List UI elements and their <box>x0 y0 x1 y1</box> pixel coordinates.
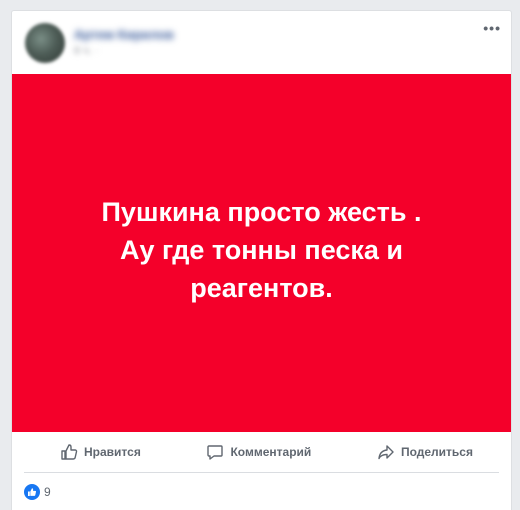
thumbs-up-icon <box>61 444 78 460</box>
author-name[interactable]: Артем Кирилов <box>74 27 174 42</box>
reaction-count: 9 <box>44 485 51 499</box>
like-button[interactable]: Нравится <box>24 436 167 468</box>
reactions-summary[interactable]: 9 <box>24 481 51 503</box>
post-card: Артем Кирилов 6 ч. · ••• Пушкина просто … <box>11 10 512 510</box>
comment-label: Комментарий <box>230 445 312 459</box>
post-timestamp[interactable]: 6 ч. · <box>74 45 99 57</box>
share-icon <box>378 445 394 460</box>
post-text-background[interactable]: Пушкина просто жесть . Ау где тонны песк… <box>12 74 511 432</box>
post-text: Пушкина просто жесть . Ау где тонны песк… <box>101 197 422 303</box>
share-button[interactable]: Поделиться <box>341 436 499 468</box>
like-reaction-icon <box>24 484 40 500</box>
comment-button[interactable]: Комментарий <box>170 436 337 468</box>
like-label: Нравится <box>84 445 141 459</box>
post-header: Артем Кирилов 6 ч. · ••• <box>12 11 511 75</box>
share-label: Поделиться <box>400 445 473 459</box>
comment-icon <box>207 445 224 460</box>
more-options-button[interactable]: ••• <box>483 21 501 35</box>
author-avatar[interactable] <box>25 23 65 63</box>
post-action-bar: Нравится Комментарий Поделиться <box>24 432 499 473</box>
